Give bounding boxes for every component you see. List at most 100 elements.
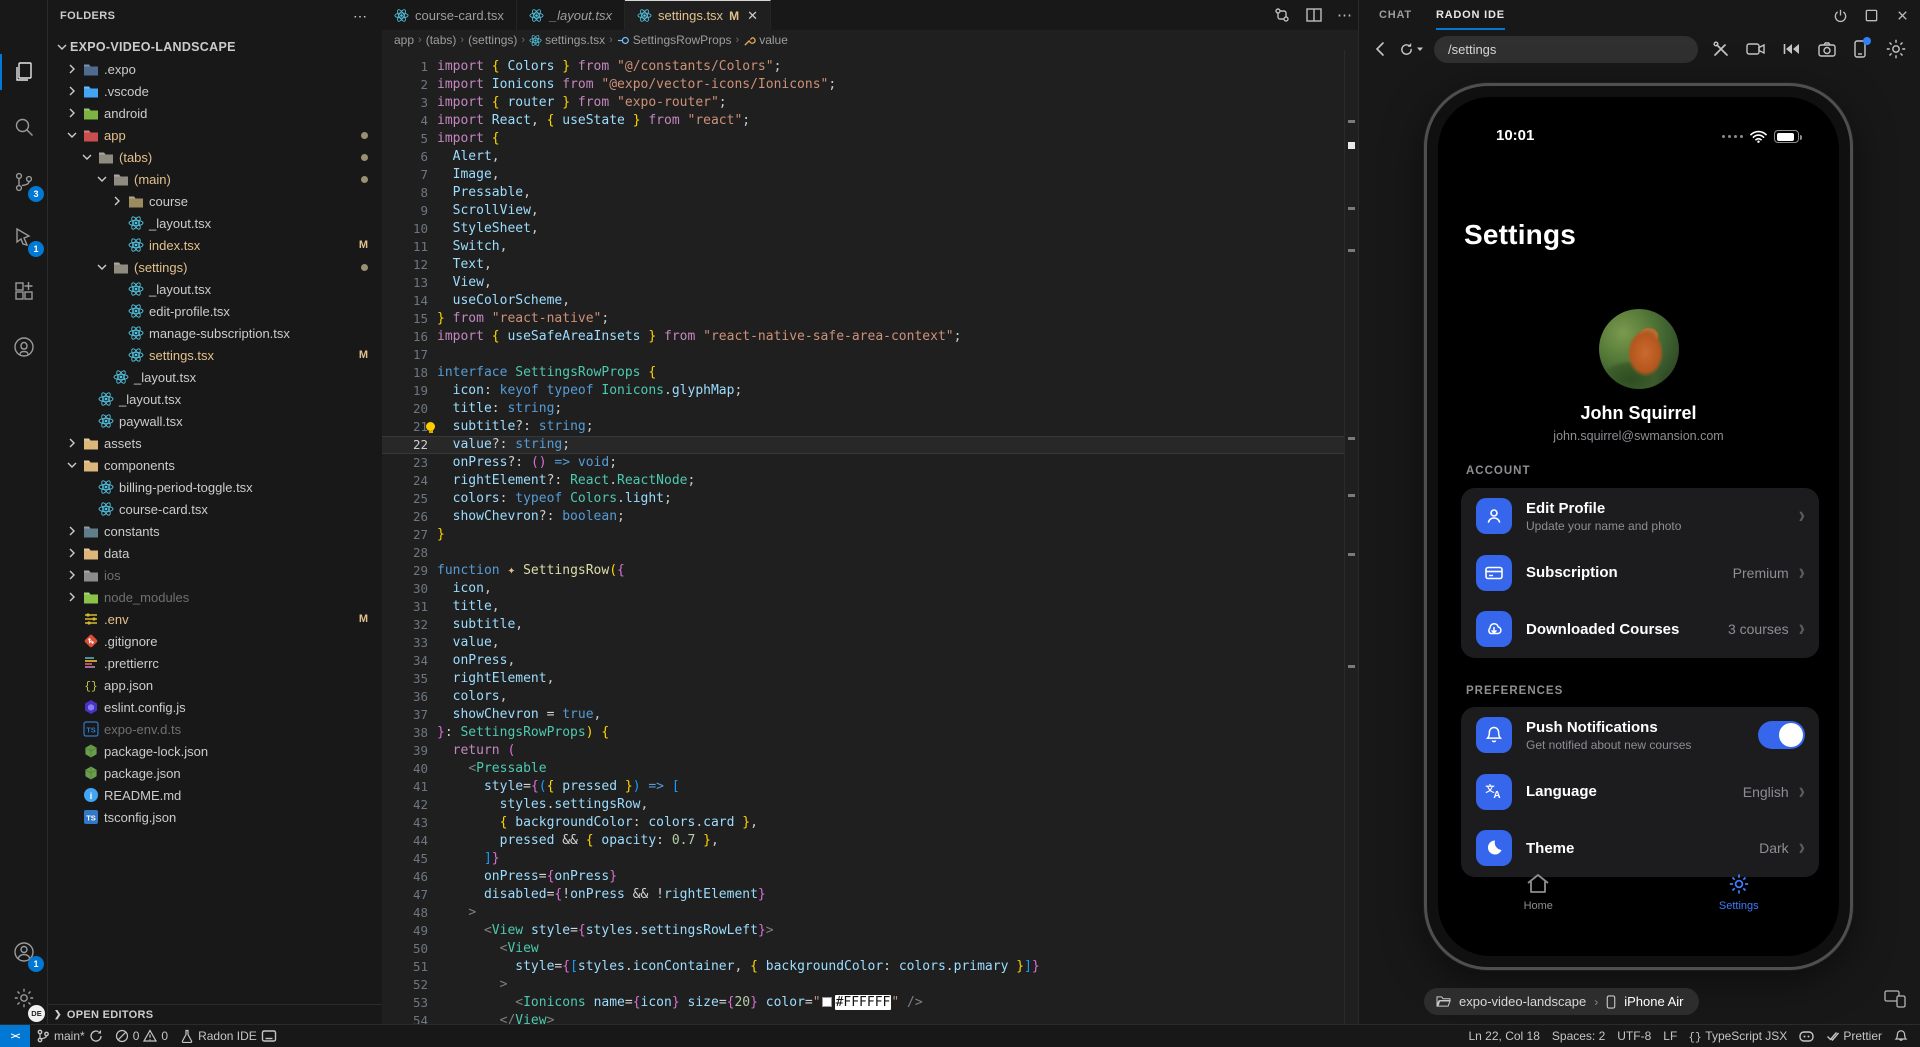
tree-item-components[interactable]: components [48,454,382,476]
frame-icon[interactable] [1864,8,1879,23]
tree-item-.env[interactable]: .envM [48,608,382,630]
activitybar-settings[interactable]: DE [0,976,48,1020]
editor-scrollbar[interactable] [1344,50,1358,1024]
tree-item-course[interactable]: course [48,190,382,212]
panel-tab-chat[interactable]: CHAT [1379,0,1412,30]
statusbar-item[interactable] [1888,1025,1914,1047]
panel-tab-radon-ide[interactable]: RADON IDE [1436,0,1505,30]
remote-indicator[interactable]: >< [0,1025,30,1047]
tree-item-.vscode[interactable]: .vscode [48,80,382,102]
device-icon[interactable] [1852,40,1868,58]
tree-item-package.json[interactable]: package.json [48,762,382,784]
rewind-icon[interactable] [1782,42,1802,56]
lightbulb-icon[interactable] [426,422,435,431]
tree-item-tsconfig.json[interactable]: TStsconfig.json [48,806,382,828]
tree-item-app[interactable]: app [48,124,382,146]
breadcrumb-item[interactable]: (tabs) [426,33,457,47]
tree-item-package-lock.json[interactable]: package-lock.json [48,740,382,762]
tree-item-app.json[interactable]: {}app.json [48,674,382,696]
reload-icon[interactable] [1399,42,1424,57]
tree-item-constants[interactable]: constants [48,520,382,542]
activitybar-github[interactable] [0,325,48,369]
activitybar-source-control[interactable]: 3 [0,160,48,204]
tree-item-label: README.md [104,788,181,803]
more-actions-icon[interactable]: ⋯ [353,8,368,25]
breadcrumb-item[interactable]: app [394,33,414,47]
gear-icon[interactable] [1884,37,1908,61]
breadcrumb-item[interactable]: SettingsRowProps [617,33,732,47]
statusbar-item-0[interactable]: 00 [109,1025,174,1047]
tree-item-settings.tsx[interactable]: settings.tsxM [48,344,382,366]
project-device-selector[interactable]: expo-video-landscape › iPhone Air [1424,988,1699,1015]
activitybar-run-debug[interactable]: 1 [0,215,48,259]
tree-item-paywall.tsx[interactable]: paywall.tsx [48,410,382,432]
tree-item-billing-period-toggle.tsx[interactable]: billing-period-toggle.tsx [48,476,382,498]
tree-item-.gitignore[interactable]: .gitignore [48,630,382,652]
device-frame-toggle-icon[interactable] [1884,990,1906,1008]
code-editor[interactable]: 1import { Colors } from "@/constants/Col… [382,50,1344,1024]
compare-changes-icon[interactable] [1273,6,1291,24]
breadcrumb-item[interactable]: settings.tsx [529,33,605,47]
tree-item-data[interactable]: data [48,542,382,564]
statusbar-item-prettier[interactable]: Prettier [1820,1025,1888,1047]
settings-row-push-notifications[interactable]: Push NotificationsGet notified about new… [1461,707,1819,764]
more-actions-icon[interactable]: ⋯ [1337,6,1352,24]
breadcrumb-item[interactable]: value [743,33,788,47]
tree-item-expo-env.d.ts[interactable]: TSexpo-env.d.ts [48,718,382,740]
tree-item-assets[interactable]: assets [48,432,382,454]
record-video-icon[interactable] [1746,41,1766,57]
screenshot-icon[interactable] [1818,41,1836,57]
phone-tab-home[interactable]: Home [1438,866,1639,926]
statusbar-item[interactable] [1793,1025,1820,1047]
tree-item-android[interactable]: android [48,102,382,124]
settings-row-downloaded-courses[interactable]: Downloaded Courses3 courses› [1461,601,1819,658]
settings-row-subscription[interactable]: SubscriptionPremium› [1461,545,1819,602]
tree-item--layout.tsx[interactable]: _layout.tsx [48,366,382,388]
open-editors-header[interactable]: ❯ OPEN EDITORS [48,1004,382,1024]
tree-item--layout.tsx[interactable]: _layout.tsx [48,388,382,410]
close-icon[interactable] [1895,8,1910,23]
tree-item-ios[interactable]: ios [48,564,382,586]
statusbar-item-lf[interactable]: LF [1657,1025,1683,1047]
back-icon[interactable] [1373,41,1389,57]
statusbar-item-ln-22-col-18[interactable]: Ln 22, Col 18 [1463,1025,1546,1047]
tab--layout.tsx[interactable]: _layout.tsx [517,0,625,30]
avatar[interactable] [1599,309,1679,389]
tree-item-edit-profile.tsx[interactable]: edit-profile.tsx [48,300,382,322]
statusbar-item-spaces-2[interactable]: Spaces: 2 [1546,1025,1611,1047]
activitybar-explorer[interactable] [0,50,48,94]
tools-icon[interactable] [1712,40,1730,58]
activitybar-search[interactable] [0,105,48,149]
tree-item--layout.tsx[interactable]: _layout.tsx [48,278,382,300]
tree-item--layout.tsx[interactable]: _layout.tsx [48,212,382,234]
tree-item-course-card.tsx[interactable]: course-card.tsx [48,498,382,520]
activitybar-extensions[interactable] [0,270,48,314]
tree-item--main-[interactable]: (main) [48,168,382,190]
close-icon[interactable]: ✕ [747,8,758,24]
statusbar-item-main-[interactable]: main* [30,1025,109,1047]
route-url-field[interactable]: /settings [1434,36,1698,63]
settings-row-edit-profile[interactable]: Edit ProfileUpdate your name and photo› [1461,488,1819,545]
tree-item-index.tsx[interactable]: index.tsxM [48,234,382,256]
tab-settings.tsx[interactable]: settings.tsxM✕ [625,0,771,30]
split-editor-icon[interactable] [1305,6,1323,24]
tree-item-node-modules[interactable]: node_modules [48,586,382,608]
breadcrumb-item[interactable]: (settings) [468,33,517,47]
power-icon[interactable] [1833,8,1848,23]
statusbar-item-radon-ide[interactable]: Radon IDE [174,1025,283,1047]
statusbar-item-utf-8[interactable]: UTF-8 [1611,1025,1657,1047]
tab-course-card.tsx[interactable]: course-card.tsx [382,0,517,30]
phone-tab-settings[interactable]: Settings [1639,866,1840,926]
tree-item-.expo[interactable]: .expo [48,58,382,80]
tree-item-manage-subscription.tsx[interactable]: manage-subscription.tsx [48,322,382,344]
statusbar-item-typescript-jsx[interactable]: {}TypeScript JSX [1683,1025,1793,1047]
settings-row-language[interactable]: 文ALanguageEnglish› [1461,764,1819,821]
tree-item-.prettierrc[interactable]: .prettierrc [48,652,382,674]
tree-item--tabs-[interactable]: (tabs) [48,146,382,168]
toggle-on[interactable] [1758,721,1805,749]
tree-root[interactable]: EXPO-VIDEO-LANDSCAPE [48,36,382,58]
tree-item--settings-[interactable]: (settings) [48,256,382,278]
tree-item-eslint.config.js[interactable]: eslint.config.js [48,696,382,718]
tree-item-readme.md[interactable]: iREADME.md [48,784,382,806]
activitybar-account[interactable]: 1 [0,930,48,974]
